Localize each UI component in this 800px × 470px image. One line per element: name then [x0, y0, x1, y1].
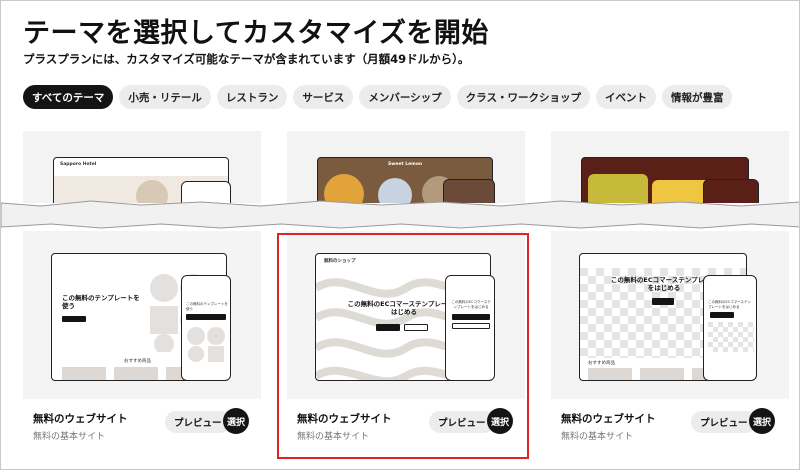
- page-subtitle: プラスプランには、カスタマイズ可能なテーマが含まれています（月額49ドルから）。: [23, 52, 470, 66]
- preview-button[interactable]: プレビュー: [165, 411, 231, 433]
- theme-card-3[interactable]: この無料のECコマーステンプレートをはじめる おすすめ商品 この無料のECコマー…: [551, 231, 789, 451]
- filter-event[interactable]: イベント: [595, 85, 656, 109]
- theme-picker-page: テーマを選択してカスタマイズを開始 プラスプランには、カスタマイズ可能なテーマが…: [0, 0, 800, 470]
- mock-section-label: おすすめ商品: [124, 359, 151, 364]
- card-title: 無料のウェブサイト: [297, 413, 392, 425]
- mock-heading: この無料のECコマーステンプレートをはじめる: [610, 276, 718, 293]
- card-footer: 無料のウェブサイト 無料の基本サイト プレビュー 選択: [23, 399, 261, 451]
- filter-retail[interactable]: 小売・リテール: [119, 85, 211, 109]
- theme-card-top-3[interactable]: [551, 131, 789, 203]
- mock-section-label: おすすめ商品: [588, 361, 615, 366]
- preview-button[interactable]: プレビュー: [691, 411, 757, 433]
- theme-card-1[interactable]: この無料のテンプレートを使う おすすめ商品 この無料のテンプレートを使う 無料の…: [23, 231, 261, 451]
- theme-card-2[interactable]: 無料のショップ この無料のECコマーステンプレートをはじめる この無料のECコマ…: [287, 231, 525, 451]
- mock-brand: 無料のショップ: [324, 259, 356, 264]
- card-footer: 無料のウェブサイト 無料の基本サイト プレビュー 選択: [551, 399, 789, 451]
- card-title: 無料のウェブサイト: [33, 413, 128, 425]
- filter-membership[interactable]: メンバーシップ: [359, 85, 451, 109]
- filter-class-workshop[interactable]: クラス・ワークショップ: [456, 85, 590, 109]
- mock-cta: [62, 316, 86, 322]
- card-subtitle: 無料の基本サイト: [297, 432, 370, 442]
- filter-restaurant[interactable]: レストラン: [216, 85, 288, 109]
- mock-brand: Sapporo Hotel: [60, 162, 97, 167]
- select-button[interactable]: 選択: [223, 408, 249, 434]
- theme-card-top-2[interactable]: Sweet Lemon: [287, 131, 525, 203]
- card-subtitle: 無料の基本サイト: [33, 432, 106, 442]
- mock-heading: この無料のテンプレートを使う: [62, 294, 140, 311]
- select-button[interactable]: 選択: [749, 408, 775, 434]
- phone-mockup: この無料のテンプレートを使う: [181, 275, 231, 381]
- phone-mockup: この無料のECコマーステンプレートをはじめる: [445, 275, 495, 381]
- filter-services[interactable]: サービス: [293, 85, 354, 109]
- mock-brand: Sweet Lemon: [388, 162, 423, 167]
- filter-all-themes[interactable]: すべてのテーマ: [23, 85, 114, 109]
- filter-info-rich[interactable]: 情報が豊富: [661, 85, 733, 109]
- phone-heading: この無料のECコマーステンプレートをはじめる: [708, 300, 751, 309]
- preview-button[interactable]: プレビュー: [429, 411, 495, 433]
- card-title: 無料のウェブサイト: [561, 413, 656, 425]
- page-title: テーマを選択してカスタマイズを開始: [23, 18, 489, 49]
- card-footer: 無料のウェブサイト 無料の基本サイト プレビュー 選択: [287, 399, 525, 451]
- torn-page-divider: [1, 200, 799, 229]
- phone-mockup: この無料のECコマーステンプレートをはじめる: [703, 275, 757, 381]
- card-subtitle: 無料の基本サイト: [561, 432, 634, 442]
- phone-heading: この無料のECコマーステンプレートをはじめる: [451, 300, 491, 309]
- category-filter-bar: すべてのテーマ 小売・リテール レストラン サービス メンバーシップ クラス・ワ…: [23, 85, 733, 109]
- select-button[interactable]: 選択: [487, 408, 513, 434]
- phone-heading: この無料のテンプレートを使う: [186, 302, 228, 311]
- theme-card-top-1[interactable]: Sapporo Hotel: [23, 131, 261, 203]
